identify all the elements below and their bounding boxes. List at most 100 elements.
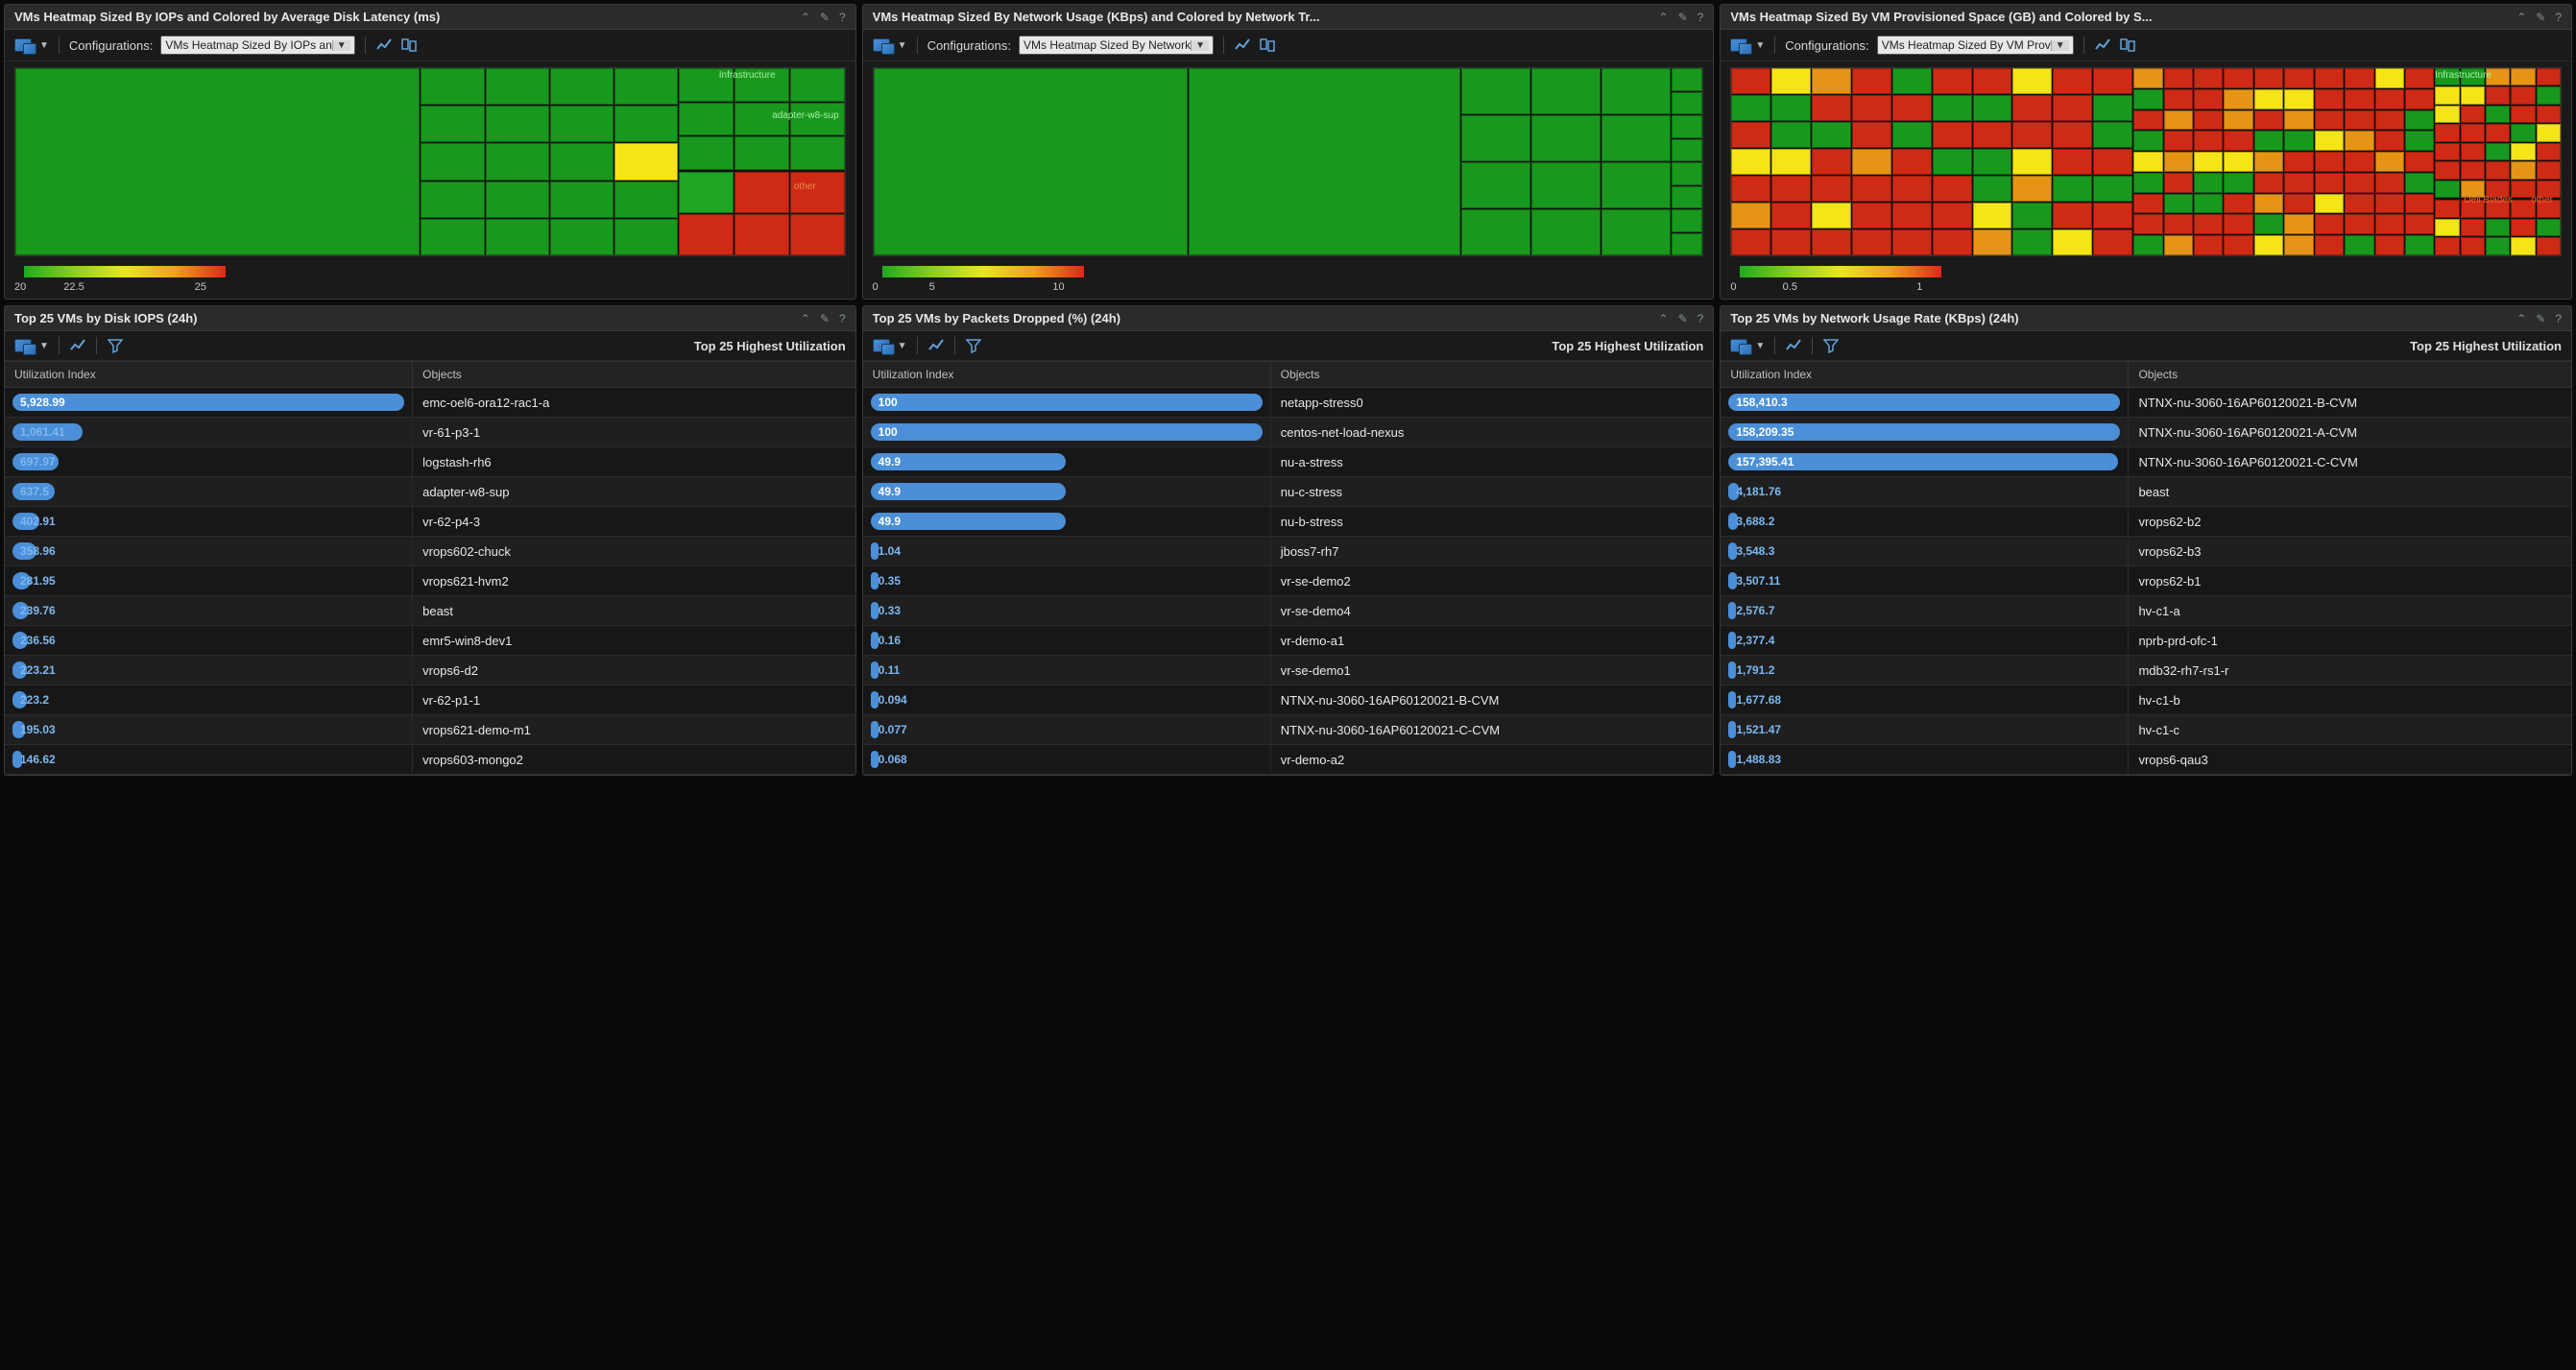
table-row[interactable]: 157,395.41NTNX-nu-3060-16AP60120021-C-CV… [1721,447,2571,477]
chart-icon[interactable] [69,338,86,353]
edit-icon[interactable]: ✎ [820,312,830,325]
chart-icon[interactable] [1234,37,1251,53]
table-row[interactable]: 0.094NTNX-nu-3060-16AP60120021-B-CVM [863,685,1714,715]
panel-title: Top 25 VMs by Packets Dropped (%) (24h) [873,311,1653,325]
object-name: NTNX-nu-3060-16AP60120021-B-CVM [2129,392,2571,414]
table-row[interactable]: 239.76beast [5,596,855,626]
chart-icon[interactable] [2094,37,2111,53]
config-select[interactable]: VMs Heatmap Sized By VM Prov ▼ [1877,36,2074,55]
collapse-icon[interactable]: ⌃ [1659,11,1669,24]
edit-icon[interactable]: ✎ [1678,312,1688,325]
utilization-value: 49.9 [871,515,901,528]
table-row[interactable]: 236.56emr5-win8-dev1 [5,626,855,656]
dashboard-caret-icon[interactable]: ▼ [898,40,907,51]
table-row[interactable]: 0.16vr-demo-a1 [863,626,1714,656]
collapse-icon[interactable]: ⌃ [2516,312,2526,325]
table-row[interactable]: 3,548.3vrops62-b3 [1721,537,2571,566]
table-row[interactable]: 49.9nu-a-stress [863,447,1714,477]
col-objects[interactable]: Objects [1271,362,1714,387]
table-row[interactable]: 697.97logstash-rh6 [5,447,855,477]
filter-icon[interactable] [107,338,124,353]
edit-icon[interactable]: ✎ [2536,11,2545,24]
table-row[interactable]: 100centos-net-load-nexus [863,418,1714,447]
table-row[interactable]: 281.95vrops621-hvm2 [5,566,855,596]
table-row[interactable]: 0.077NTNX-nu-3060-16AP60120021-C-CVM [863,715,1714,745]
table-row[interactable]: 158,209.35NTNX-nu-3060-16AP60120021-A-CV… [1721,418,2571,447]
table-row[interactable]: 358.96vrops602-chuck [5,537,855,566]
panel-top-iops: Top 25 VMs by Disk IOPS (24h) ⌃ ✎ ? ▼ To… [4,305,856,776]
collapse-icon[interactable]: ⌃ [801,11,810,24]
edit-icon[interactable]: ✎ [2536,312,2545,325]
help-icon[interactable]: ? [2555,11,2562,24]
col-objects[interactable]: Objects [413,362,855,387]
col-objects[interactable]: Objects [2129,362,2571,387]
dashboard-caret-icon[interactable]: ▼ [1755,341,1765,351]
dashboard-caret-icon[interactable]: ▼ [39,40,49,51]
table-row[interactable]: 158,410.3NTNX-nu-3060-16AP60120021-B-CVM [1721,388,2571,418]
table-row[interactable]: 402.91vr-62-p4-3 [5,507,855,537]
col-utilization[interactable]: Utilization Index [5,362,413,387]
dashboard-icon[interactable] [1730,339,1747,352]
table-row[interactable]: 2,377.4nprb-prd-ofc-1 [1721,626,2571,656]
table-row[interactable]: 1,061.41vr-61-p3-1 [5,418,855,447]
table-row[interactable]: 0.068vr-demo-a2 [863,745,1714,775]
col-utilization[interactable]: Utilization Index [863,362,1271,387]
chart-icon[interactable] [927,338,945,353]
help-icon[interactable]: ? [1697,11,1704,24]
table-row[interactable]: 637.5adapter-w8-sup [5,477,855,507]
compare-icon[interactable] [400,37,418,53]
table-row[interactable]: 195.03vrops621-demo-m1 [5,715,855,745]
dashboard-icon[interactable] [1730,38,1747,52]
collapse-icon[interactable]: ⌃ [2516,11,2526,24]
config-select[interactable]: VMs Heatmap Sized By Network ▼ [1019,36,1214,55]
dashboard-caret-icon[interactable]: ▼ [1755,40,1765,51]
table-row[interactable]: 4,181.76beast [1721,477,2571,507]
table-row[interactable]: 146.62vrops603-mongo2 [5,745,855,775]
help-icon[interactable]: ? [839,11,846,24]
table-row[interactable]: 1.04jboss7-rh7 [863,537,1714,566]
filter-icon[interactable] [1822,338,1840,353]
table-row[interactable]: 5,928.99emc-oel6-ora12-rac1-a [5,388,855,418]
dashboard-icon[interactable] [873,339,890,352]
dashboard-icon[interactable] [14,38,32,52]
table-row[interactable]: 1,791.2mdb32-rh7-rs1-r [1721,656,2571,685]
dashboard-icon[interactable] [14,339,32,352]
table-row[interactable]: 3,688.2vrops62-b2 [1721,507,2571,537]
config-select[interactable]: VMs Heatmap Sized By IOPs an ▼ [160,36,354,55]
table-row[interactable]: 0.33vr-se-demo4 [863,596,1714,626]
table-row[interactable]: 1,521.47hv-c1-c [1721,715,2571,745]
compare-icon[interactable] [1259,37,1276,53]
table-row[interactable]: 49.9nu-c-stress [863,477,1714,507]
table-row[interactable]: 3,507.11vrops62-b1 [1721,566,2571,596]
table-row[interactable]: 100netapp-stress0 [863,388,1714,418]
help-icon[interactable]: ? [2555,312,2562,325]
object-name: NTNX-nu-3060-16AP60120021-A-CVM [2129,421,2571,444]
table-rows: 100netapp-stress0100centos-net-load-nexu… [863,388,1714,775]
compare-icon[interactable] [2119,37,2136,53]
table-row[interactable]: 1,488.83vrops6-qau3 [1721,745,2571,775]
heatmap-treemap[interactable]: Infrastructure adapter-w8-sup other [14,67,846,256]
filter-icon[interactable] [965,338,982,353]
table-row[interactable]: 2,576.7hv-c1-a [1721,596,2571,626]
edit-icon[interactable]: ✎ [820,11,830,24]
table-row[interactable]: 49.9nu-b-stress [863,507,1714,537]
help-icon[interactable]: ? [1697,312,1704,325]
collapse-icon[interactable]: ⌃ [801,312,810,325]
table-row[interactable]: 1,677.68hv-c1-b [1721,685,2571,715]
dashboard-caret-icon[interactable]: ▼ [39,341,49,351]
dashboard-caret-icon[interactable]: ▼ [898,341,907,351]
heatmap-treemap[interactable] [873,67,1704,256]
help-icon[interactable]: ? [839,312,846,325]
table-row[interactable]: 0.11vr-se-demo1 [863,656,1714,685]
edit-icon[interactable]: ✎ [1678,11,1688,24]
collapse-icon[interactable]: ⌃ [1659,312,1669,325]
table-row[interactable]: 223.21vrops6-d2 [5,656,855,685]
chart-icon[interactable] [1785,338,1802,353]
object-name: mdb32-rh7-rs1-r [2129,660,2571,682]
chart-icon[interactable] [375,37,393,53]
table-row[interactable]: 223.2vr-62-p1-1 [5,685,855,715]
heatmap-treemap[interactable]: Infrastructure Dell Blades other [1730,67,2562,256]
dashboard-icon[interactable] [873,38,890,52]
table-row[interactable]: 0.35vr-se-demo2 [863,566,1714,596]
col-utilization[interactable]: Utilization Index [1721,362,2129,387]
